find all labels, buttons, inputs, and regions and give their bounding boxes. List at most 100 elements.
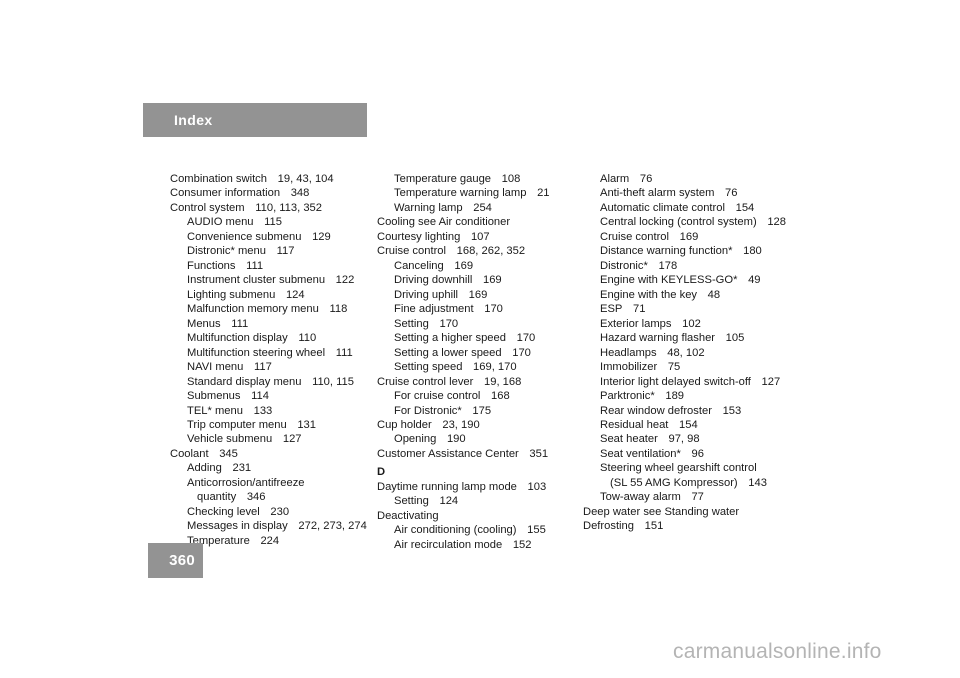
index-entry[interactable]: Lighting submenu 124 — [170, 288, 370, 302]
page-number: 360 — [169, 552, 195, 569]
index-entry-term: Temperature gauge — [394, 173, 492, 185]
index-entry-term: Fine adjustment — [394, 303, 474, 316]
index-entry[interactable]: Distronic* 178 — [583, 259, 798, 273]
index-entry[interactable]: Daytime running lamp mode 103 — [377, 480, 577, 494]
index-entry[interactable]: Anti-theft alarm system 76 — [583, 186, 798, 200]
index-entry[interactable]: quantity 346 — [170, 490, 370, 504]
index-entry[interactable]: NAVI menu 117 — [170, 360, 370, 374]
index-entry[interactable]: Temperature gauge 108 — [377, 172, 577, 186]
index-entry[interactable]: Multifunction display 110 — [170, 331, 370, 345]
index-entry[interactable]: Courtesy lighting 107 — [377, 230, 577, 244]
index-entry[interactable]: Exterior lamps 102 — [583, 317, 798, 331]
index-entry[interactable]: Steering wheel gearshift control — [583, 461, 798, 475]
index-entry-pages: 110, 115 — [312, 375, 354, 388]
index-entry[interactable]: Malfunction memory menu 118 — [170, 302, 370, 316]
index-entry[interactable]: Engine with KEYLESS-GO* 49 — [583, 273, 798, 287]
index-entry[interactable]: Multifunction steering wheel 111 — [170, 346, 370, 360]
index-entry-pages: 348 — [290, 187, 310, 200]
index-entry-term: Setting — [394, 317, 429, 330]
index-entry[interactable]: Setting 170 — [377, 317, 577, 331]
index-entry[interactable]: Setting speed 169, 170 — [377, 360, 577, 374]
index-entry[interactable]: Standard display menu 110, 115 — [170, 375, 370, 389]
index-entry[interactable]: Rear window defroster 153 — [583, 404, 798, 418]
index-entry[interactable]: ESP 71 — [583, 302, 798, 316]
index-entry[interactable]: Central locking (control system) 128 — [583, 215, 798, 229]
index-entry[interactable]: Cruise control 168, 262, 352 — [377, 244, 577, 258]
index-entry[interactable]: Parktronic* 189 — [583, 389, 798, 403]
index-entry[interactable]: Fine adjustment 170 — [377, 302, 577, 316]
index-entry[interactable]: Engine with the key 48 — [583, 288, 798, 302]
index-entry[interactable]: (SL 55 AMG Kompressor) 143 — [583, 476, 798, 490]
index-entry[interactable]: Temperature warning lamp 21 — [377, 186, 577, 200]
index-entry[interactable]: Customer Assistance Center 351 — [377, 447, 577, 461]
page-number-tab: 360 — [148, 543, 203, 578]
index-entry-pages: 169, 170 — [473, 361, 517, 374]
index-entry[interactable]: For Distronic* 175 — [377, 404, 577, 418]
index-entry[interactable]: Distance warning function* 180 — [583, 244, 798, 258]
index-entry-pages: 133 — [253, 404, 273, 417]
index-entry[interactable]: TEL* menu 133 — [170, 404, 370, 418]
index-entry[interactable]: Deactivating — [377, 509, 577, 523]
index-entry[interactable]: Vehicle submenu 127 — [170, 432, 370, 446]
index-entry-term: Cruise control — [377, 245, 447, 258]
index-entry-pages: 110, 113, 352 — [255, 201, 323, 214]
index-entry[interactable]: Cooling see Air conditioner — [377, 215, 577, 229]
index-entry[interactable]: Consumer information 348 — [170, 186, 370, 200]
index-entry-pages: 111 — [246, 259, 264, 272]
index-entry[interactable]: Combination switch 19, 43, 104 — [170, 172, 370, 186]
index-entry[interactable]: Interior light delayed switch-off 127 — [583, 375, 798, 389]
index-entry[interactable]: Coolant 345 — [170, 447, 370, 461]
index-entry[interactable]: Warning lamp 254 — [377, 201, 577, 215]
index-entry[interactable]: Air conditioning (cooling) 155 — [377, 523, 577, 537]
index-entry[interactable]: Opening 190 — [377, 432, 577, 446]
index-entry[interactable]: Tow-away alarm 77 — [583, 490, 798, 504]
index-entry-term: Functions — [187, 259, 236, 272]
index-entry[interactable]: Residual heat 154 — [583, 418, 798, 432]
index-entry[interactable]: Messages in display 272, 273, 274 — [170, 519, 370, 533]
index-entry[interactable]: Cup holder 23, 190 — [377, 418, 577, 432]
index-entry[interactable]: Immobilizer 75 — [583, 360, 798, 374]
index-entry-term: Standard display menu — [187, 375, 302, 388]
index-entry[interactable]: Functions 111 — [170, 259, 370, 273]
index-entry[interactable]: Setting 124 — [377, 494, 577, 508]
index-entry[interactable]: Hazard warning flasher 105 — [583, 331, 798, 345]
index-entry[interactable]: Cruise control 169 — [583, 230, 798, 244]
index-entry-term: Warning lamp — [394, 201, 463, 214]
index-entry[interactable]: Menus 111 — [170, 317, 370, 331]
index-entry[interactable]: Instrument cluster submenu 122 — [170, 273, 370, 287]
index-entry[interactable]: Seat heater 97, 98 — [583, 432, 798, 446]
index-entry[interactable]: For cruise control 168 — [377, 389, 577, 403]
index-entry-term: Setting speed — [394, 361, 463, 374]
index-entry-pages: 77 — [691, 491, 704, 504]
index-entry[interactable]: Deep water see Standing water — [583, 505, 798, 519]
index-entry[interactable]: Convenience submenu 129 — [170, 230, 370, 244]
index-entry[interactable]: Control system 110, 113, 352 — [170, 201, 370, 215]
index-entry[interactable]: Air recirculation mode 152 — [377, 538, 577, 552]
index-entry[interactable]: Setting a lower speed 170 — [377, 346, 577, 360]
index-entry-term: Driving uphill — [394, 288, 459, 301]
index-entry[interactable]: Checking level 230 — [170, 505, 370, 519]
index-entry-term: Messages in display — [187, 520, 288, 533]
index-entry[interactable]: Headlamps 48, 102 — [583, 346, 798, 360]
index-entry-pages: 114 — [251, 390, 269, 403]
index-entry[interactable]: Seat ventilation* 96 — [583, 447, 798, 461]
index-entry[interactable]: Defrosting 151 — [583, 519, 798, 533]
index-entry[interactable]: Alarm 76 — [583, 172, 798, 186]
index-entry[interactable]: Automatic climate control 154 — [583, 201, 798, 215]
index-entry[interactable]: Driving downhill 169 — [377, 273, 577, 287]
index-entry-term: Distronic* menu — [187, 245, 266, 258]
index-entry[interactable]: AUDIO menu 115 — [170, 215, 370, 229]
index-entry[interactable]: Cruise control lever 19, 168 — [377, 375, 577, 389]
index-entry[interactable]: Driving uphill 169 — [377, 288, 577, 302]
index-entry-term: Distronic* — [600, 259, 648, 272]
index-entry-pages: 170 — [439, 317, 459, 330]
index-entry-pages: 346 — [246, 491, 266, 504]
index-entry[interactable]: Canceling 169 — [377, 259, 577, 273]
index-entry[interactable]: Anticorrosion/antifreeze — [170, 476, 370, 490]
index-entry[interactable]: Setting a higher speed 170 — [377, 331, 577, 345]
index-entry-pages: 21 — [537, 187, 550, 200]
index-entry[interactable]: Submenus 114 — [170, 389, 370, 403]
index-entry[interactable]: Distronic* menu 117 — [170, 244, 370, 258]
index-entry[interactable]: Adding 231 — [170, 461, 370, 475]
index-entry[interactable]: Trip computer menu 131 — [170, 418, 370, 432]
